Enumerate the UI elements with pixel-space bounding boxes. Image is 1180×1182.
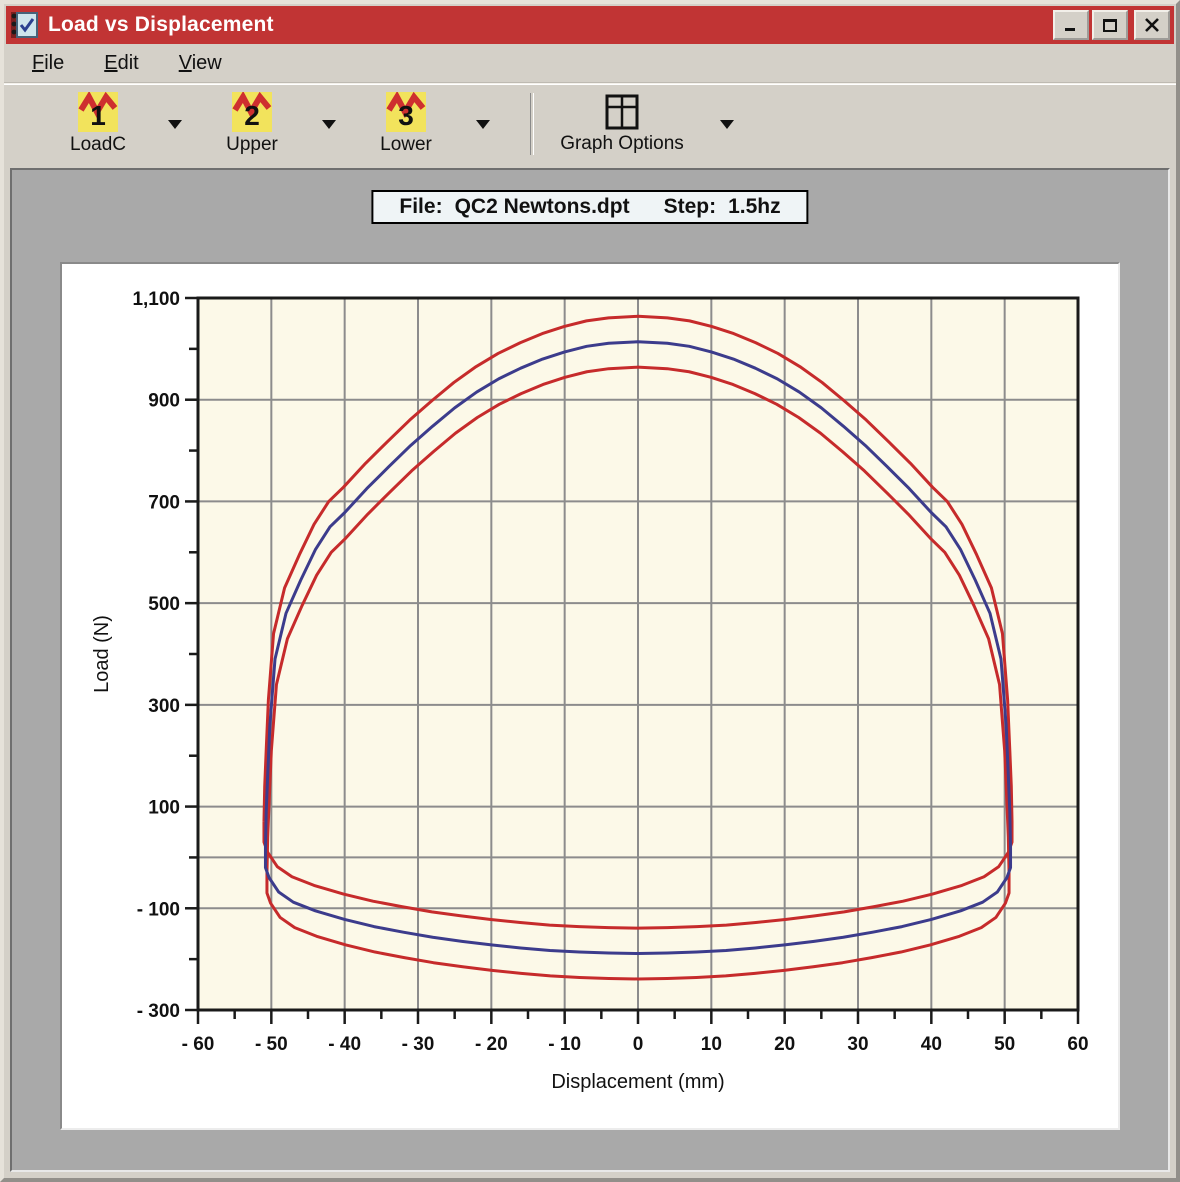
loadc-icon: 1 xyxy=(78,92,118,132)
svg-text:- 30: - 30 xyxy=(402,1034,435,1055)
menu-bar: File Edit View xyxy=(4,44,1176,83)
y-axis-title: Load (N) xyxy=(91,615,113,693)
toolbar: 1 LoadC 2 Upper 3 Lower xyxy=(4,83,1176,164)
upper-dropdown-button[interactable] xyxy=(300,95,358,153)
window-title: Load vs Displacement xyxy=(48,13,1045,37)
chevron-down-icon xyxy=(322,120,336,129)
menu-file-accel: F xyxy=(32,52,44,74)
menu-file-rest: ile xyxy=(44,52,64,74)
maximize-icon xyxy=(1102,18,1118,32)
menu-edit-accel: E xyxy=(104,52,117,74)
loadc-button[interactable]: 1 LoadC xyxy=(50,92,146,156)
svg-text:- 10: - 10 xyxy=(548,1034,581,1055)
svg-text:500: 500 xyxy=(148,594,180,615)
lower-dropdown-button[interactable] xyxy=(454,95,512,153)
chevron-down-icon xyxy=(720,120,734,129)
svg-text:- 40: - 40 xyxy=(328,1034,361,1055)
file-info-bar: File: QC2 Newtons.dpt Step: 1.5hz xyxy=(371,190,808,224)
menu-edit[interactable]: Edit xyxy=(92,49,150,78)
chevron-down-icon xyxy=(168,120,182,129)
loadc-icon-number: 1 xyxy=(90,100,106,131)
lower-button[interactable]: 3 Lower xyxy=(358,92,454,156)
svg-text:- 20: - 20 xyxy=(475,1034,508,1055)
svg-text:- 100: - 100 xyxy=(137,899,180,920)
close-icon xyxy=(1144,18,1160,32)
svg-text:10: 10 xyxy=(701,1034,722,1055)
svg-text:0: 0 xyxy=(633,1034,644,1055)
step-value: 1.5hz xyxy=(728,195,781,218)
svg-text:40: 40 xyxy=(921,1034,942,1055)
step-key: Step: xyxy=(664,195,717,218)
toolbar-separator xyxy=(530,93,534,155)
close-button[interactable] xyxy=(1134,10,1170,40)
lower-icon-number: 3 xyxy=(398,100,414,131)
svg-text:- 50: - 50 xyxy=(255,1034,288,1055)
upper-button[interactable]: 2 Upper xyxy=(204,92,300,156)
title-bar[interactable]: Load vs Displacement xyxy=(6,6,1174,44)
svg-text:700: 700 xyxy=(148,492,180,513)
menu-view[interactable]: View xyxy=(167,49,234,78)
file-key: File: xyxy=(399,195,442,218)
loadc-dropdown-button[interactable] xyxy=(146,95,204,153)
window-controls xyxy=(1053,10,1170,40)
graph-options-button[interactable]: Graph Options xyxy=(546,93,698,155)
upper-label: Upper xyxy=(226,134,278,156)
svg-text:900: 900 xyxy=(148,391,180,412)
load-displacement-chart: - 60- 50- 40- 30- 20- 1001020304050601,1… xyxy=(62,264,1118,1128)
svg-text:- 300: - 300 xyxy=(137,1001,180,1022)
svg-text:- 60: - 60 xyxy=(182,1034,215,1055)
chevron-down-icon xyxy=(476,120,490,129)
x-axis-title: Displacement (mm) xyxy=(551,1071,724,1093)
svg-text:1,100: 1,100 xyxy=(132,289,180,310)
menu-view-rest: iew xyxy=(192,52,222,74)
form-area: File: QC2 Newtons.dpt Step: 1.5hz - 60 - 50 -… xyxy=(10,168,1170,1172)
menu-edit-rest: dit xyxy=(118,52,139,74)
svg-text:50: 50 xyxy=(994,1034,1015,1055)
graph-options-icon xyxy=(603,93,641,131)
maximize-button[interactable] xyxy=(1092,10,1128,40)
graph-options-dropdown-button[interactable] xyxy=(698,95,756,153)
svg-text:30: 30 xyxy=(847,1034,868,1055)
svg-text:300: 300 xyxy=(148,696,180,717)
lower-label: Lower xyxy=(380,134,432,156)
chart-panel: - 60- 50- 40- 30- 20- 1001020304050601,1… xyxy=(60,262,1120,1130)
upper-icon: 2 xyxy=(232,92,272,132)
app-icon xyxy=(10,10,40,40)
graph-options-label: Graph Options xyxy=(560,133,684,155)
app-window: Load vs Displacement File Edit xyxy=(0,0,1180,1182)
lower-icon: 3 xyxy=(386,92,426,132)
loadc-label: LoadC xyxy=(70,134,126,156)
svg-text:100: 100 xyxy=(148,798,180,819)
file-value: QC2 Newtons.dpt xyxy=(455,195,630,218)
svg-text:60: 60 xyxy=(1067,1034,1088,1055)
minimize-icon xyxy=(1063,18,1079,32)
minimize-button[interactable] xyxy=(1053,10,1089,40)
upper-icon-number: 2 xyxy=(244,100,260,131)
menu-view-accel: V xyxy=(179,52,192,74)
svg-text:20: 20 xyxy=(774,1034,795,1055)
menu-file[interactable]: File xyxy=(20,49,76,78)
